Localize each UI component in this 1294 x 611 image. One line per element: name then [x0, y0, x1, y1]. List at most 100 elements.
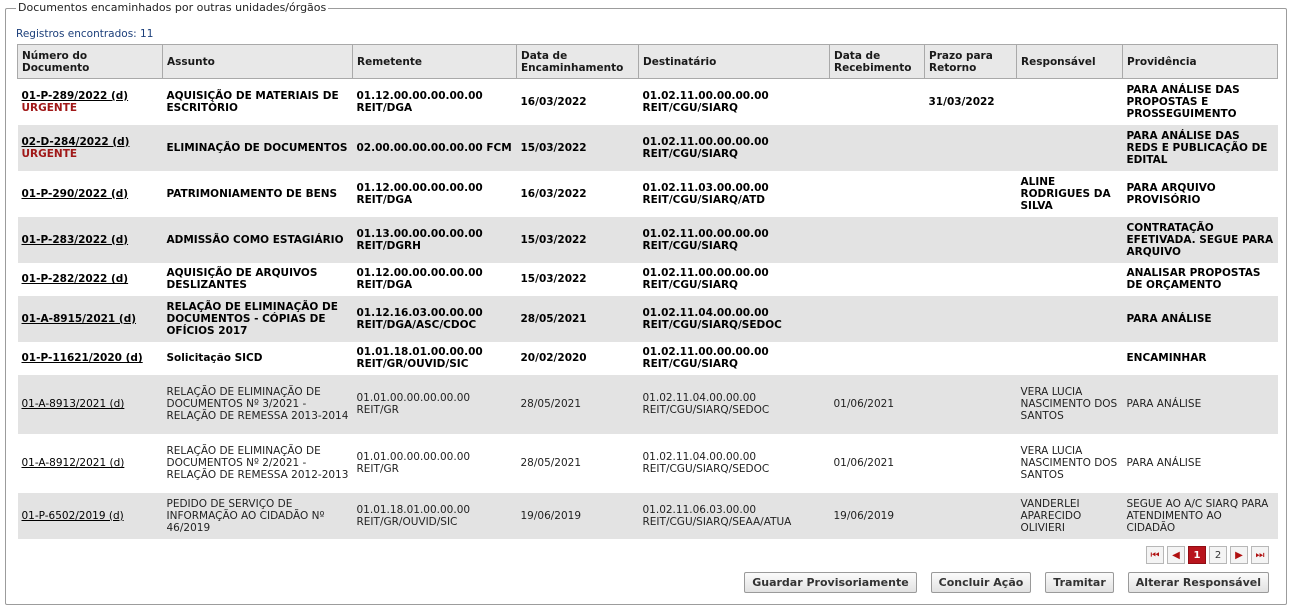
cell-responsavel [1016, 295, 1123, 342]
col-header-remetente[interactable]: Remetente [352, 44, 517, 79]
cell-responsavel [1016, 124, 1123, 171]
alterar-responsavel-button[interactable]: Alterar Responsável [1127, 572, 1269, 593]
cell-data-encaminhamento-text: 15/03/2022 [520, 273, 587, 285]
col-header-prazo[interactable]: Prazo para Retorno [924, 44, 1017, 79]
cell-data-encaminhamento-text: 15/03/2022 [520, 233, 587, 246]
cell-assunto: RELAÇÃO DE ELIMINAÇÃO DE DOCUMENTOS Nº 3… [162, 374, 353, 434]
concluir-acao-button[interactable]: Concluir Ação [930, 572, 1032, 593]
document-link[interactable]: 01-P-283/2022 (d) [22, 234, 129, 246]
cell-numero: 01-A-8915/2021 (d) [17, 295, 163, 342]
cell-data-encaminhamento: 28/05/2021 [516, 295, 639, 342]
cell-assunto-text: PEDIDO DE SERVIÇO DE INFORMAÇÃO AO CIDAD… [166, 497, 325, 534]
cell-data-encaminhamento-text: 28/05/2021 [520, 457, 582, 469]
cell-prazo [924, 295, 1017, 342]
cell-remetente-text: 01.12.00.00.00.00.00 REIT/DGA [356, 181, 483, 206]
cell-data-encaminhamento-text: 16/03/2022 [520, 187, 587, 200]
cell-responsavel: ALINE RODRIGUES DA SILVA [1016, 170, 1123, 217]
cell-assunto-text: RELAÇÃO DE ELIMINAÇÃO DE DOCUMENTOS Nº 3… [166, 386, 349, 422]
cell-providencia-text: PARA ANÁLISE [1126, 398, 1202, 410]
col-header-data-recebimento[interactable]: Data de Recebimento [829, 44, 925, 79]
col-header-destinatario[interactable]: Destinatário [638, 44, 830, 79]
cell-remetente-text: 01.01.18.01.00.00.00 REIT/GR/OUVID/SIC [356, 346, 483, 370]
table-row[interactable]: 01-P-6502/2019 (d) PEDIDO DE SERVIÇO DE I… [17, 492, 1278, 539]
cell-data-encaminhamento-text: 28/05/2021 [520, 398, 582, 410]
cell-data-recebimento-text: 01/06/2021 [833, 398, 895, 410]
table-row[interactable]: 01-A-8913/2021 (d) RELAÇÃO DE ELIMINAÇÃO … [17, 374, 1278, 434]
table-row[interactable]: 01-A-8915/2021 (d) RELAÇÃO DE ELIMINAÇÃO … [17, 295, 1278, 342]
cell-responsavel [1016, 341, 1123, 375]
cell-prazo [924, 216, 1017, 263]
table-row[interactable]: 01-P-289/2022 (d) URGENTE AQUISIÇÃO DE MAT… [17, 78, 1278, 125]
page-2-button[interactable]: 2 [1209, 546, 1227, 564]
cell-destinatario-text: 01.02.11.04.00.00.00 REIT/CGU/SIARQ/SEDO… [642, 392, 770, 416]
cell-assunto: PATRIMONIAMENTO DE BENS [162, 170, 353, 217]
cell-data-recebimento [829, 124, 925, 171]
cell-data-encaminhamento: 15/03/2022 [516, 262, 639, 296]
cell-responsavel: VANDERLEI APARECIDO OLIVIERI [1016, 492, 1123, 539]
next-page-icon[interactable]: ▶ [1230, 546, 1248, 564]
cell-prazo [924, 433, 1017, 493]
first-page-icon[interactable]: ⏮ [1146, 546, 1164, 564]
cell-destinatario-text: 01.02.11.00.00.00.00 REIT/CGU/SIARQ [642, 346, 769, 370]
document-link[interactable]: 01-A-8913/2021 (d) [22, 398, 125, 410]
cell-providencia: PARA ARQUIVO PROVISÓRIO [1122, 170, 1278, 217]
cell-assunto: RELAÇÃO DE ELIMINAÇÃO DE DOCUMENTOS - CÓ… [162, 295, 353, 342]
table-row[interactable]: 02-D-284/2022 (d) URGENTE ELIMINAÇÃO DE DO… [17, 124, 1278, 171]
page-1-button[interactable]: 1 [1188, 546, 1206, 564]
table-row[interactable]: 01-P-283/2022 (d) ADMISSÃO COMO ESTAGIÁRI… [17, 216, 1278, 263]
cell-remetente-text: 01.01.00.00.00.00.00 REIT/GR [356, 392, 471, 416]
table-row[interactable]: 01-A-8912/2021 (d) RELAÇÃO DE ELIMINAÇÃO … [17, 433, 1278, 493]
table-row[interactable]: 01-P-11621/2020 (d) Solicitação SICD 01.01… [17, 341, 1278, 375]
document-link[interactable]: 01-P-11621/2020 (d) [22, 352, 143, 364]
cell-remetente-text: 01.12.16.03.00.00.00 REIT/DGA/ASC/CDOC [356, 306, 483, 331]
pagination: ⏮ ◀ 1 2 ▶ ⏭ [1146, 546, 1269, 564]
table-row[interactable]: 01-P-290/2022 (d) PATRIMONIAMENTO DE BENS… [17, 170, 1278, 217]
cell-numero: 01-A-8913/2021 (d) [17, 374, 163, 434]
cell-responsavel-text: VERA LUCIA NASCIMENTO DOS SANTOS [1020, 386, 1118, 422]
cell-assunto: RELAÇÃO DE ELIMINAÇÃO DE DOCUMENTOS Nº 2… [162, 433, 353, 493]
cell-remetente-text: 01.12.00.00.00.00.00 REIT/DGA [356, 89, 483, 114]
cell-remetente: 01.01.00.00.00.00.00 REIT/GR [352, 433, 517, 493]
col-header-assunto[interactable]: Assunto [162, 44, 353, 79]
cell-assunto: AQUISIÇÃO DE MATERIAIS DE ESCRITÓRIO [162, 78, 353, 125]
cell-responsavel-text: VANDERLEI APARECIDO OLIVIERI [1020, 497, 1082, 534]
cell-providencia: PARA ANÁLISE [1122, 295, 1278, 342]
document-link[interactable]: 01-P-6502/2019 (d) [22, 510, 124, 522]
document-link[interactable]: 02-D-284/2022 (d) [22, 136, 130, 148]
cell-remetente-text: 02.00.00.00.00.00.00 FCM [356, 141, 512, 154]
document-link[interactable]: 01-P-282/2022 (d) [22, 273, 129, 285]
prev-page-icon[interactable]: ◀ [1167, 546, 1185, 564]
cell-destinatario-text: 01.02.11.00.00.00.00 REIT/CGU/SIARQ [642, 227, 769, 252]
cell-remetente-text: 01.13.00.00.00.00.00 REIT/DGRH [356, 227, 483, 252]
cell-responsavel: VERA LUCIA NASCIMENTO DOS SANTOS [1016, 433, 1123, 493]
cell-assunto: Solicitação SICD [162, 341, 353, 375]
cell-data-encaminhamento: 28/05/2021 [516, 433, 639, 493]
cell-responsavel [1016, 216, 1123, 263]
col-header-data-encaminhamento[interactable]: Data de Encaminhamento [516, 44, 639, 79]
cell-data-recebimento [829, 78, 925, 125]
cell-remetente: 02.00.00.00.00.00.00 FCM [352, 124, 517, 171]
col-header-providencia[interactable]: Providência [1122, 44, 1278, 79]
cell-assunto-text: AQUISIÇÃO DE MATERIAIS DE ESCRITÓRIO [166, 89, 339, 114]
document-link[interactable]: 01-P-289/2022 (d) [22, 90, 129, 102]
forwarded-documents-panel: Documentos encaminhados por outras unida… [5, 1, 1287, 605]
cell-prazo [924, 124, 1017, 171]
guardar-provisoriamente-button[interactable]: Guardar Provisoriamente [744, 572, 917, 593]
document-link[interactable]: 01-A-8915/2021 (d) [22, 313, 137, 325]
table-row[interactable]: 01-P-282/2022 (d) AQUISIÇÃO DE ARQUIVOS D… [17, 262, 1278, 296]
cell-numero: 01-P-6502/2019 (d) [17, 492, 163, 539]
cell-data-encaminhamento-text: 19/06/2019 [520, 509, 582, 522]
cell-providencia: PARA ANÁLISE DAS PROPOSTAS E PROSSEGUIME… [1122, 78, 1278, 125]
col-header-numero[interactable]: Número do Documento [17, 44, 163, 79]
cell-data-recebimento: 01/06/2021 [829, 374, 925, 434]
col-header-responsavel[interactable]: Responsável [1016, 44, 1123, 79]
last-page-icon[interactable]: ⏭ [1251, 546, 1269, 564]
cell-assunto: AQUISIÇÃO DE ARQUIVOS DESLIZANTES [162, 262, 353, 296]
cell-assunto-text: Solicitação SICD [166, 352, 263, 364]
document-link[interactable]: 01-P-290/2022 (d) [22, 188, 129, 200]
tramitar-button[interactable]: Tramitar [1045, 572, 1114, 593]
cell-destinatario-text: 01.02.11.03.00.00.00 REIT/CGU/SIARQ/ATD [642, 181, 769, 206]
document-link[interactable]: 01-A-8912/2021 (d) [22, 457, 125, 469]
cell-providencia-text: PARA ANÁLISE DAS REDS E PUBLICAÇÃO DE ED… [1126, 129, 1268, 166]
cell-providencia-text: PARA ANÁLISE [1126, 457, 1202, 469]
